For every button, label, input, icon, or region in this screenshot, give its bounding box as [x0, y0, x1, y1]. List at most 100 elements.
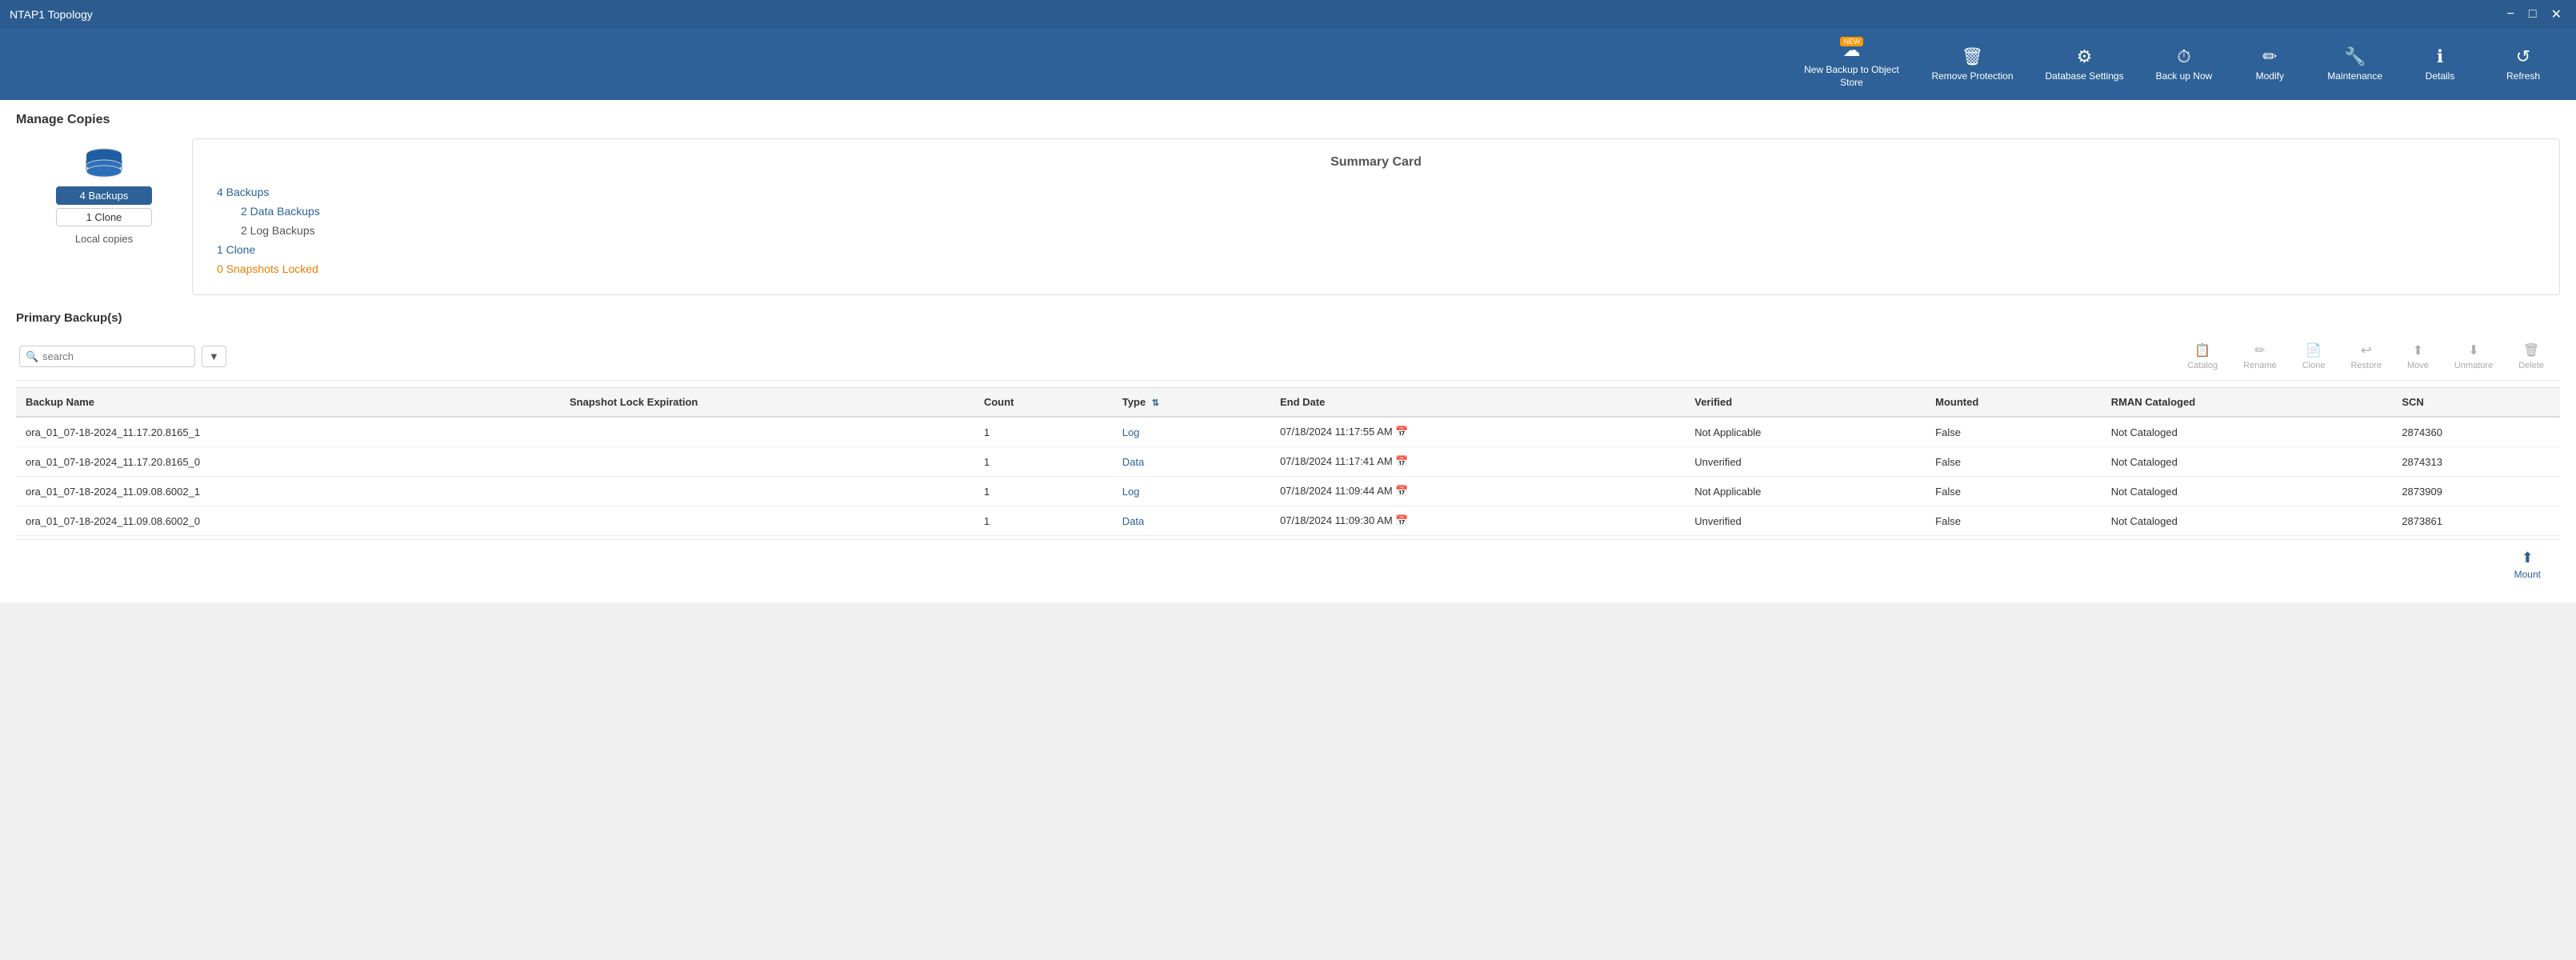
unmature-icon: ⬇ — [2468, 342, 2478, 358]
clone-icon: 📄 — [2306, 342, 2322, 358]
col-snapshot-lock: Snapshot Lock Expiration — [560, 388, 974, 418]
trash-icon: 🗑 — [1962, 46, 1984, 67]
cell-rman-cataloged-2: Not Cataloged — [2102, 477, 2393, 506]
primary-backups-section: Primary Backup(s) 🔍 ▼ 📋 Catalog ✏ Rename — [16, 311, 2560, 590]
refresh-button[interactable]: ↺ Refresh — [2483, 42, 2563, 88]
rename-icon: ✏ — [2254, 342, 2265, 358]
summary-item-snapshots-locked[interactable]: 0 Snapshots Locked — [217, 259, 2535, 278]
col-end-date: End Date — [1270, 388, 1685, 418]
clone-button[interactable]: 📄 Clone — [2290, 339, 2338, 374]
database-icon — [84, 148, 124, 180]
col-backup-name: Backup Name — [16, 388, 560, 418]
cell-mounted-3: False — [1926, 506, 2102, 536]
filter-button[interactable]: ▼ — [202, 346, 226, 367]
local-copies-panel: 4 Backups 1 Clone Local copies — [16, 138, 192, 295]
table-row[interactable]: ora_01_07-18-2024_11.17.20.8165_1 1 Log … — [16, 417, 2560, 447]
remove-protection-button[interactable]: 🗑 Remove Protection — [1917, 42, 2027, 88]
summary-item-data-backups[interactable]: 2 Data Backups — [217, 202, 2535, 221]
maintenance-button[interactable]: 🔧 Maintenance — [2313, 42, 2397, 88]
info-icon: ℹ — [2437, 46, 2443, 67]
cell-backup-name-2: ora_01_07-18-2024_11.09.08.6002_1 — [16, 477, 560, 506]
cell-rman-cataloged-1: Not Cataloged — [2102, 447, 2393, 477]
details-label: Details — [2426, 70, 2455, 83]
backup-to-object-store-button[interactable]: ☁ NEW New Backup to Object Store — [1789, 35, 1914, 94]
restore-button[interactable]: ↩ Restore — [2338, 339, 2394, 374]
cell-verified-2: Not Applicable — [1685, 477, 1926, 506]
cell-count-2: 1 — [974, 477, 1113, 506]
clones-count-button[interactable]: 1 Clone — [56, 208, 152, 226]
new-badge: NEW — [1840, 37, 1863, 46]
cell-verified-1: Unverified — [1685, 447, 1926, 477]
search-input[interactable] — [19, 346, 195, 367]
table-row[interactable]: ora_01_07-18-2024_11.17.20.8165_0 1 Data… — [16, 447, 2560, 477]
cell-type-1: Data — [1113, 447, 1270, 477]
cell-end-date-3: 07/18/2024 11:09:30 AM 📅 — [1270, 506, 1685, 536]
primary-backups-title: Primary Backup(s) — [16, 311, 2560, 325]
catalog-button[interactable]: 📋 Catalog — [2174, 339, 2230, 374]
cell-verified-3: Unverified — [1685, 506, 1926, 536]
manage-copies-title: Manage Copies — [16, 113, 2560, 127]
cell-scn-0: 2874360 — [2392, 417, 2560, 447]
bottom-actions: ⬆ Mount — [16, 539, 2560, 590]
table-row[interactable]: ora_01_07-18-2024_11.09.08.6002_0 1 Data… — [16, 506, 2560, 536]
catalog-icon: 📋 — [2194, 342, 2210, 358]
cell-end-date-1: 07/18/2024 11:17:41 AM 📅 — [1270, 447, 1685, 477]
unmature-label: Unmature — [2454, 361, 2493, 370]
cell-rman-cataloged-0: Not Cataloged — [2102, 417, 2393, 447]
cell-rman-cataloged-3: Not Cataloged — [2102, 506, 2393, 536]
restore-icon: ↩ — [2361, 342, 2371, 358]
cell-backup-name-0: ora_01_07-18-2024_11.17.20.8165_1 — [16, 417, 560, 447]
rename-button[interactable]: ✏ Rename — [2230, 339, 2290, 374]
table-row[interactable]: ora_01_07-18-2024_11.09.08.6002_1 1 Log … — [16, 477, 2560, 506]
back-up-now-label: Back up Now — [2156, 70, 2213, 83]
toolbar: ☁ NEW New Backup to Object Store 🗑 Remov… — [0, 29, 2576, 100]
summary-card-title: Summary Card — [217, 155, 2535, 170]
cell-backup-name-1: ora_01_07-18-2024_11.17.20.8165_0 — [16, 447, 560, 477]
cell-scn-3: 2873861 — [2392, 506, 2560, 536]
rename-label: Rename — [2243, 361, 2277, 370]
maximize-button[interactable]: □ — [2524, 5, 2542, 24]
search-input-wrapper: 🔍 — [19, 346, 195, 367]
summary-card: Summary Card 4 Backups 2 Data Backups 2 … — [192, 138, 2560, 295]
modify-label: Modify — [2256, 70, 2284, 83]
cell-type-3: Data — [1113, 506, 1270, 536]
minimize-button[interactable]: − — [2502, 5, 2519, 24]
col-type[interactable]: Type ⇅ — [1113, 388, 1270, 418]
clones-count-label: 1 Clone — [86, 211, 122, 223]
wrench-icon: 🔧 — [2344, 46, 2366, 67]
table-actions: 📋 Catalog ✏ Rename 📄 Clone ↩ Restore ⬆ — [2174, 339, 2557, 374]
cell-end-date-2: 07/18/2024 11:09:44 AM 📅 — [1270, 477, 1685, 506]
backup-table: Backup Name Snapshot Lock Expiration Cou… — [16, 387, 2560, 536]
cell-count-1: 1 — [974, 447, 1113, 477]
search-bar: 🔍 ▼ 📋 Catalog ✏ Rename 📄 Clone — [16, 333, 2560, 381]
refresh-label: Refresh — [2506, 70, 2540, 83]
backup-to-object-store-label: New Backup to Object Store — [1803, 64, 1899, 89]
move-button[interactable]: ⬆ Move — [2394, 339, 2442, 374]
move-label: Move — [2407, 361, 2429, 370]
cell-mounted-1: False — [1926, 447, 2102, 477]
refresh-icon: ↺ — [2516, 46, 2530, 67]
details-button[interactable]: ℹ Details — [2400, 42, 2480, 88]
summary-item-backups[interactable]: 4 Backups — [217, 182, 2535, 202]
cell-count-3: 1 — [974, 506, 1113, 536]
cell-verified-0: Not Applicable — [1685, 417, 1926, 447]
cell-snapshot-lock-0 — [560, 417, 974, 447]
backups-count-button[interactable]: 4 Backups — [56, 186, 152, 205]
cell-snapshot-lock-3 — [560, 506, 974, 536]
main-content: Manage Copies 4 Backups 1 Clone Local co… — [0, 100, 2576, 602]
delete-button[interactable]: 🗑 Delete — [2506, 339, 2557, 374]
mount-button[interactable]: ⬆ Mount — [2498, 546, 2557, 583]
title-bar: NTAP1 Topology − □ ✕ — [0, 0, 2576, 29]
cell-scn-1: 2874313 — [2392, 447, 2560, 477]
modify-button[interactable]: ✏ Modify — [2230, 42, 2310, 88]
summary-item-log-backups: 2 Log Backups — [217, 221, 2535, 240]
close-button[interactable]: ✕ — [2546, 5, 2566, 24]
database-settings-button[interactable]: ⚙ Database Settings — [2031, 42, 2138, 88]
move-icon: ⬆ — [2413, 342, 2423, 358]
back-up-now-button[interactable]: ⏱ Back up Now — [2142, 42, 2227, 88]
summary-item-clones[interactable]: 1 Clone — [217, 240, 2535, 259]
remove-protection-label: Remove Protection — [1931, 70, 2013, 83]
settings-icon: ⚙ — [2077, 46, 2093, 67]
restore-label: Restore — [2350, 361, 2382, 370]
unmature-button[interactable]: ⬇ Unmature — [2442, 339, 2506, 374]
